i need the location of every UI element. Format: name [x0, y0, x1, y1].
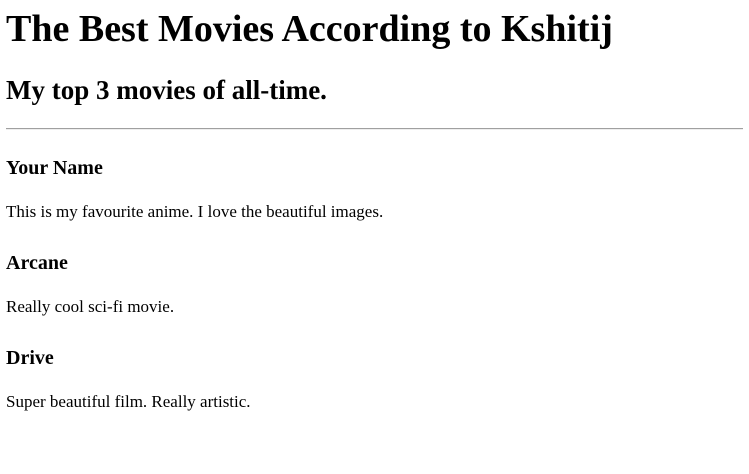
movie-description: Really cool sci-fi movie.: [6, 297, 175, 316]
page-subtitle: My top 3 movies of all-time.: [6, 75, 327, 105]
movie-description: This is my favourite anime. I love the b…: [6, 202, 384, 221]
divider: [6, 128, 743, 130]
page-title: The Best Movies According to Kshitij: [6, 8, 613, 50]
page: The Best Movies According to Kshitij My …: [0, 6, 749, 474]
movie-item-arcane: Arcane Really cool sci-fi movie.: [6, 251, 743, 317]
movie-item-your-name: Your Name This is my favourite anime. I …: [6, 156, 743, 222]
movie-list: Your Name This is my favourite anime. I …: [6, 156, 743, 412]
movie-title: Your Name: [6, 157, 103, 179]
movie-title: Drive: [6, 347, 54, 369]
movie-description: Super beautiful film. Really artistic.: [6, 392, 251, 411]
movie-title: Arcane: [6, 252, 68, 274]
movie-item-drive: Drive Super beautiful film. Really artis…: [6, 346, 743, 412]
